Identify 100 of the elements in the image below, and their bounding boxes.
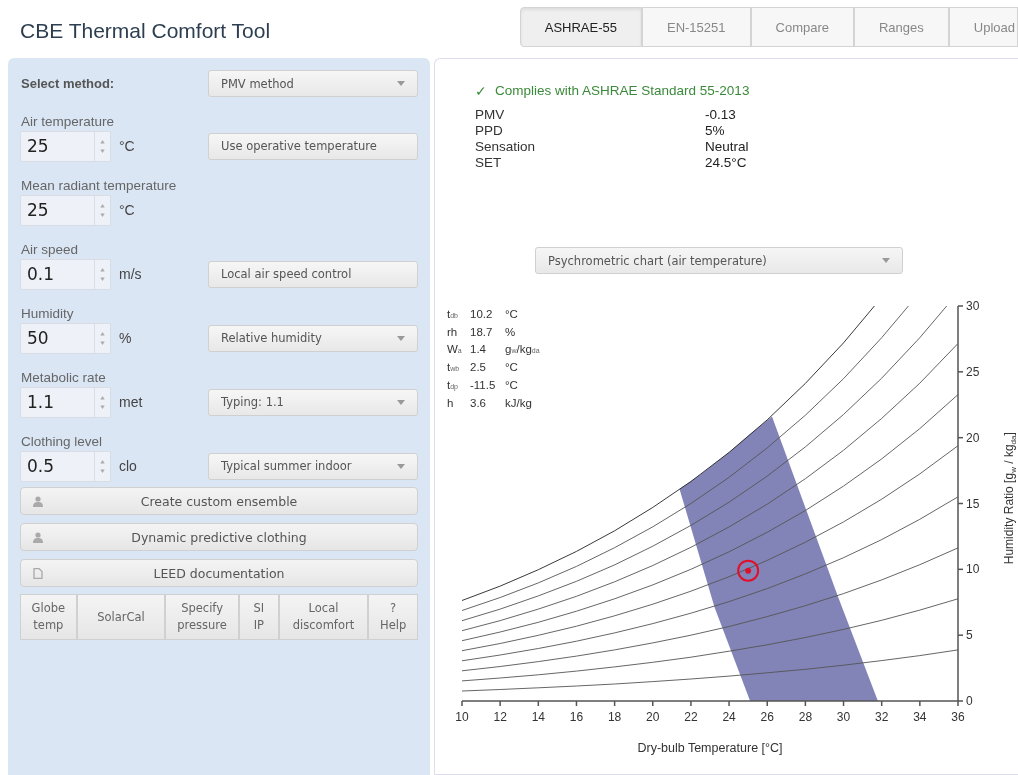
action-button[interactable]: Dynamic predictive clothing bbox=[20, 523, 418, 551]
number-field[interactable]: 25 bbox=[20, 194, 94, 226]
field-label: Air temperature bbox=[21, 114, 116, 129]
readout-value: -11.5 bbox=[470, 378, 497, 393]
x-tick-label: 18 bbox=[607, 710, 622, 724]
spinner-icon[interactable] bbox=[94, 130, 111, 162]
option-button[interactable]: Local air speed control bbox=[208, 260, 418, 288]
y-tick-label: 5 bbox=[966, 628, 973, 643]
field-label: Metabolic rate bbox=[21, 370, 107, 385]
tab[interactable]: Compare bbox=[750, 7, 854, 47]
readout-value: 3.6 bbox=[470, 396, 487, 411]
unit-label: % bbox=[119, 330, 132, 346]
x-tick-label: 10 bbox=[455, 710, 469, 724]
unit-label: clo bbox=[119, 458, 137, 474]
spinner-icon[interactable] bbox=[94, 386, 111, 418]
spinner-icon[interactable] bbox=[94, 450, 111, 482]
spinner-icon[interactable] bbox=[94, 258, 111, 290]
readout-value: 1.4 bbox=[470, 342, 487, 357]
chart-type-dropdown[interactable]: Psychrometric chart (air temperature) bbox=[535, 247, 903, 274]
tab[interactable]: ASHRAE-55 bbox=[519, 7, 642, 47]
document-icon bbox=[33, 568, 43, 579]
caret-icon bbox=[397, 399, 405, 405]
y-tick-label: 25 bbox=[966, 364, 980, 379]
x-tick-label: 20 bbox=[646, 710, 660, 724]
x-tick-label: 14 bbox=[531, 710, 545, 724]
tool-button[interactable]: ? Help bbox=[368, 594, 418, 640]
unit-label: met bbox=[119, 394, 143, 410]
result-label: SET bbox=[475, 155, 503, 171]
x-tick-label: 26 bbox=[760, 710, 774, 724]
number-field[interactable]: 50 bbox=[20, 322, 94, 354]
tool-button[interactable]: Local discomfort bbox=[278, 594, 369, 640]
compliance-message: Complies with ASHRAE Standard 55-2013 bbox=[495, 83, 750, 99]
readout-unit: kJ/kg bbox=[505, 396, 533, 411]
action-button[interactable]: LEED documentation bbox=[20, 559, 418, 587]
tool-button[interactable]: Globe temp bbox=[20, 594, 77, 640]
person-icon bbox=[33, 496, 43, 507]
readout-unit: °C bbox=[505, 307, 519, 322]
caret-icon bbox=[397, 335, 405, 341]
unit-label: °C bbox=[119, 138, 135, 154]
result-value: 24.5°C bbox=[705, 155, 748, 171]
x-tick-label: 36 bbox=[951, 710, 965, 724]
readout-unit: °C bbox=[505, 360, 519, 375]
x-tick-label: 32 bbox=[875, 710, 889, 724]
tool-button[interactable]: SolarCal bbox=[76, 594, 166, 640]
caret-icon bbox=[397, 463, 405, 469]
unit-label: m/s bbox=[119, 266, 142, 282]
dropdown[interactable]: Typical summer indoor bbox=[208, 452, 418, 480]
number-field[interactable]: 1.1 bbox=[20, 386, 94, 418]
y-tick-label: 10 bbox=[966, 562, 980, 577]
x-tick-label: 12 bbox=[493, 710, 507, 724]
dropdown[interactable]: Relative humidity bbox=[208, 324, 418, 352]
result-label: Sensation bbox=[475, 139, 537, 155]
check-icon: ✓ bbox=[475, 83, 487, 99]
app-title: CBE Thermal Comfort Tool bbox=[20, 19, 272, 43]
y-tick-label: 30 bbox=[966, 300, 980, 313]
x-tick-label: 22 bbox=[684, 710, 698, 724]
caret-icon bbox=[397, 81, 405, 86]
readout-value: 18.7 bbox=[470, 325, 494, 340]
result-value: 5% bbox=[705, 123, 726, 139]
x-tick-label: 16 bbox=[569, 710, 584, 724]
field-label: Air speed bbox=[21, 242, 80, 257]
readout-label: h bbox=[447, 396, 455, 411]
current-condition-marker bbox=[737, 559, 760, 582]
result-label: PPD bbox=[475, 123, 504, 139]
tab[interactable]: Upload bbox=[948, 7, 1018, 47]
person-icon bbox=[33, 532, 43, 543]
field-label: Mean radiant temperature bbox=[21, 178, 178, 193]
dropdown[interactable]: Typing: 1.1 bbox=[208, 388, 418, 416]
readout-value: 10.2 bbox=[470, 307, 494, 322]
x-tick-label: 24 bbox=[722, 710, 736, 724]
x-axis-title: Dry-bulb Temperature [°C] bbox=[637, 741, 783, 755]
readout-label: rh bbox=[447, 325, 459, 340]
method-label: Select method: bbox=[21, 76, 115, 91]
number-field[interactable]: 25 bbox=[20, 130, 94, 162]
y-tick-label: 0 bbox=[966, 694, 973, 708]
result-value: Neutral bbox=[705, 139, 750, 155]
readout-unit: °C bbox=[505, 378, 519, 393]
x-tick-label: 28 bbox=[798, 710, 813, 724]
tool-button[interactable]: Specify pressure bbox=[165, 594, 239, 640]
option-button[interactable]: Use operative temperature bbox=[208, 132, 418, 160]
y-tick-label: 20 bbox=[966, 430, 980, 445]
field-label: Clothing level bbox=[21, 434, 104, 449]
readout-unit: % bbox=[505, 325, 517, 340]
x-tick-label: 34 bbox=[913, 710, 927, 724]
dropdown[interactable]: PMV method bbox=[208, 70, 418, 97]
x-tick-label: 30 bbox=[836, 710, 851, 724]
readout-value: 2.5 bbox=[470, 360, 487, 375]
spinner-icon[interactable] bbox=[94, 194, 111, 226]
number-field[interactable]: 0.1 bbox=[20, 258, 94, 290]
caret-icon bbox=[882, 258, 890, 263]
tool-button[interactable]: SI IP bbox=[238, 594, 279, 640]
tab[interactable]: Ranges bbox=[854, 7, 949, 47]
y-tick-label: 15 bbox=[966, 496, 980, 511]
unit-label: °C bbox=[119, 202, 135, 218]
result-value: -0.13 bbox=[705, 107, 737, 123]
spinner-icon[interactable] bbox=[94, 322, 111, 354]
field-label: Humidity bbox=[21, 306, 75, 321]
result-label: PMV bbox=[475, 107, 506, 123]
action-button[interactable]: Create custom ensemble bbox=[20, 487, 418, 515]
number-field[interactable]: 0.5 bbox=[20, 450, 94, 482]
